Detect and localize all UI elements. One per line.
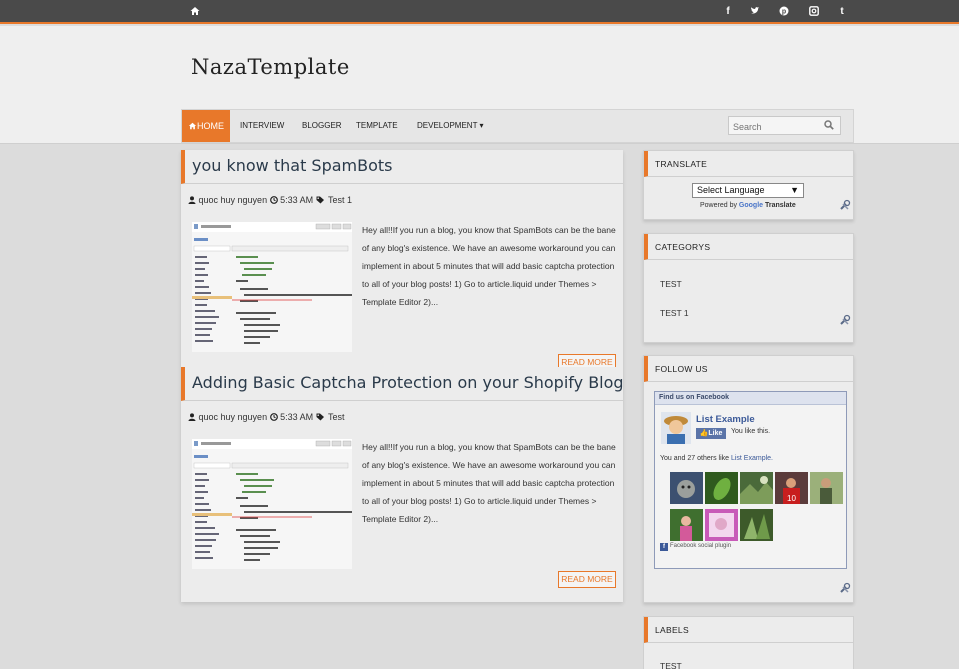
you-like-this-text: You like this. xyxy=(731,428,771,435)
fan-count-text: You and 27 others like List Example. xyxy=(660,455,773,462)
label-item[interactable]: TEST xyxy=(660,661,682,669)
nav-home-label: HOME xyxy=(197,121,224,131)
powered-by-label: Powered by xyxy=(700,202,737,209)
main-nav: HOME INTERVIEW BLOGGER TEMPLATE DEVELOPM… xyxy=(181,109,854,143)
page-avatar[interactable] xyxy=(661,412,691,444)
post-title-text[interactable]: Adding Basic Captcha Protection on your … xyxy=(192,373,624,392)
facebook-like-box: Find us on Facebook List Example 👍Like Y… xyxy=(654,391,847,569)
post-thumbnail-2[interactable] xyxy=(192,439,352,569)
facebook-box-header: Find us on Facebook xyxy=(655,392,846,405)
facebook-icon[interactable]: f xyxy=(722,6,734,18)
categories-widget: CATEGORYS TEST TEST 1 xyxy=(643,233,854,343)
post-author[interactable]: quoc huy nguyen xyxy=(199,195,268,205)
twitter-icon[interactable] xyxy=(749,6,761,20)
instagram-icon[interactable] xyxy=(808,6,820,20)
post-time[interactable]: 5:33 AM xyxy=(280,412,313,422)
category-item[interactable]: TEST 1 xyxy=(660,308,689,318)
fan-avatar[interactable] xyxy=(740,472,773,504)
fan-avatar[interactable] xyxy=(705,472,738,504)
post-snippet-1: Hey all!!If you run a blog, you know tha… xyxy=(362,225,616,307)
tag-icon xyxy=(316,196,324,204)
edit-wrench-icon[interactable] xyxy=(839,314,851,326)
nav-development[interactable]: DEVELOPMENT ▾ xyxy=(417,110,484,142)
fan-avatar[interactable] xyxy=(670,472,703,504)
nav-home[interactable]: HOME xyxy=(182,110,230,142)
language-select[interactable]: Select Language ▼ xyxy=(692,183,804,198)
search-box xyxy=(728,116,841,136)
post-snippet-2: Hey all!!If you run a blog, you know tha… xyxy=(362,442,616,524)
nav-interview[interactable]: INTERVIEW xyxy=(240,110,284,142)
powered-by-google: Powered by Google Translate xyxy=(700,202,796,209)
search-input[interactable] xyxy=(729,118,817,136)
top-bar: f p t xyxy=(0,0,959,24)
home-icon[interactable] xyxy=(189,6,201,20)
widget-title: LABELS xyxy=(644,617,853,643)
post-label[interactable]: Test xyxy=(328,412,345,422)
facebook-social-plugin[interactable]: f Facebook social plugin xyxy=(660,543,731,551)
clock-icon xyxy=(269,196,278,204)
fan-avatar[interactable] xyxy=(740,509,773,541)
post-time[interactable]: 5:33 AM xyxy=(280,195,313,205)
search-icon[interactable] xyxy=(824,120,834,130)
user-icon xyxy=(188,196,196,204)
widget-title: CATEGORYS xyxy=(644,234,853,260)
fan-avatar[interactable] xyxy=(670,509,703,541)
nav-template[interactable]: TEMPLATE xyxy=(356,110,398,142)
post-title-1[interactable]: you know that SpamBots xyxy=(181,150,623,184)
facebook-plugin-label: Facebook social plugin xyxy=(670,543,732,549)
edit-wrench-icon[interactable] xyxy=(839,199,851,211)
fan-count-label: You and 27 others like xyxy=(660,455,730,462)
svg-text:10: 10 xyxy=(787,494,796,503)
post-title-text[interactable]: you know that SpamBots xyxy=(192,156,393,175)
fan-avatar[interactable]: 10 xyxy=(775,472,808,504)
edit-wrench-icon[interactable] xyxy=(839,582,851,594)
widget-title: FOLLOW US xyxy=(644,356,853,382)
svg-text:p: p xyxy=(782,9,786,16)
clock-icon xyxy=(269,413,278,421)
follow-us-widget: FOLLOW US Find us on Facebook List Examp… xyxy=(643,355,854,603)
pinterest-icon[interactable]: p xyxy=(778,6,790,20)
google-logo[interactable]: Google xyxy=(739,202,763,209)
post-meta-2: quoc huy nguyen 5:33 AM Test xyxy=(188,412,345,422)
facebook-like-button[interactable]: 👍Like xyxy=(696,428,726,439)
fan-avatar[interactable] xyxy=(705,509,738,541)
labels-widget: LABELS TEST xyxy=(643,616,854,669)
nav-development-label: DEVELOPMENT xyxy=(417,121,478,130)
post-meta-1: quoc huy nguyen 5:33 AM Test 1 xyxy=(188,195,352,205)
chevron-down-icon: ▾ xyxy=(479,121,484,130)
post-title-2[interactable]: Adding Basic Captcha Protection on your … xyxy=(181,367,624,401)
language-select-value: Select Language xyxy=(697,185,765,195)
user-icon xyxy=(188,413,196,421)
read-more-button-2[interactable]: READ MORE xyxy=(558,571,616,588)
post-thumbnail-1[interactable] xyxy=(192,222,352,352)
like-label: Like xyxy=(708,430,723,437)
post-list: you know that SpamBots quoc huy nguyen 5… xyxy=(181,150,624,602)
nav-blogger[interactable]: BLOGGER xyxy=(302,110,342,142)
facebook-page-name[interactable]: List Example xyxy=(696,414,755,425)
home-icon xyxy=(188,122,197,130)
translate-link[interactable]: Translate xyxy=(765,202,796,209)
dropdown-arrow-icon: ▼ xyxy=(790,185,799,195)
translate-widget: TRANSLATE Select Language ▼ Powered by G… xyxy=(643,150,854,220)
post-label[interactable]: Test 1 xyxy=(328,195,352,205)
facebook-small-icon: f xyxy=(660,543,668,551)
site-title[interactable]: NazaTemplate xyxy=(191,55,350,79)
widget-title: TRANSLATE xyxy=(644,151,853,177)
category-item[interactable]: TEST xyxy=(660,279,682,289)
tag-icon xyxy=(316,413,324,421)
tumblr-icon[interactable]: t xyxy=(836,6,848,18)
fan-count-link[interactable]: List Example. xyxy=(731,455,773,462)
post-author[interactable]: quoc huy nguyen xyxy=(199,412,268,422)
fan-avatar[interactable] xyxy=(810,472,843,504)
